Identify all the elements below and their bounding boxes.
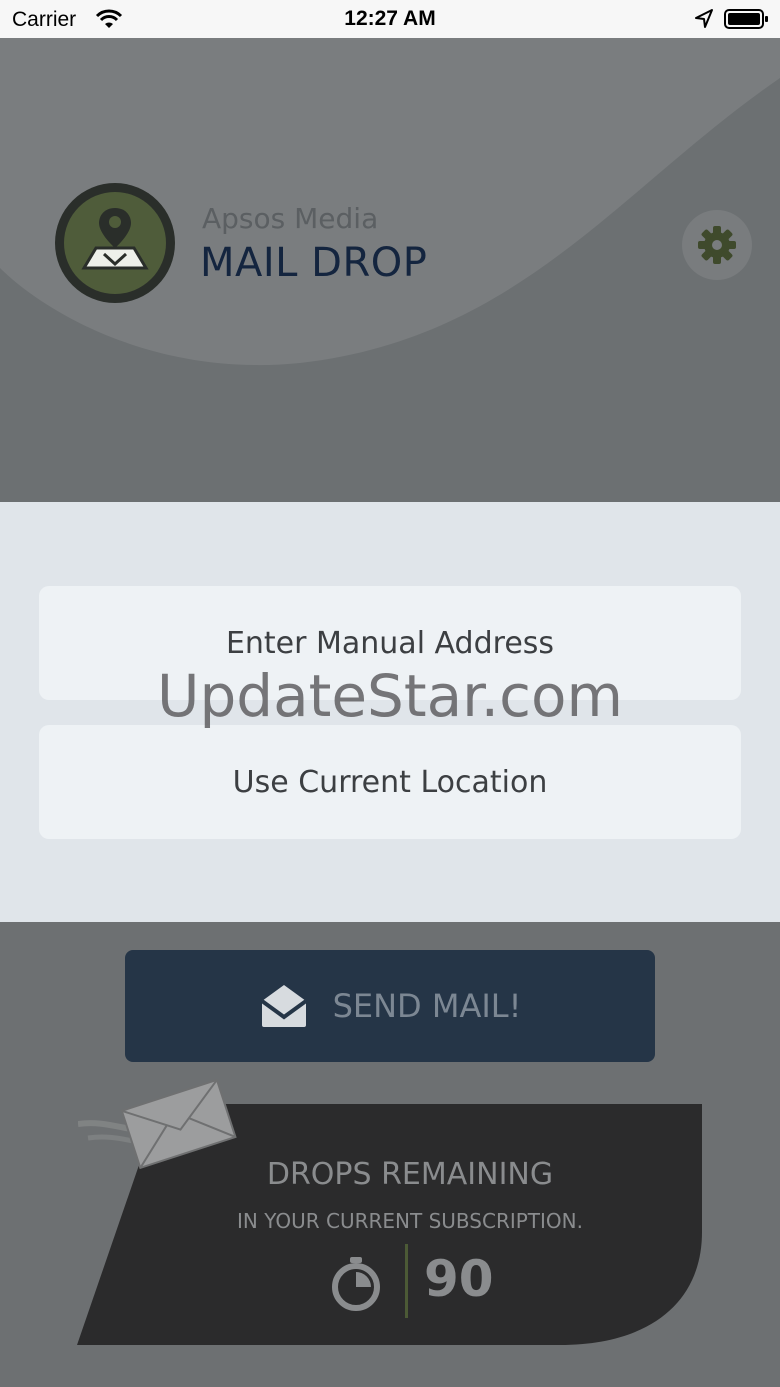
status-bar: Carrier 12:27 AM bbox=[0, 0, 780, 38]
use-current-location-button[interactable]: Use Current Location bbox=[39, 725, 741, 839]
status-time: 12:27 AM bbox=[344, 7, 436, 30]
app-header: Apsos Media MAIL DROP bbox=[0, 38, 780, 502]
drops-remaining-title: DROPS REMAINING bbox=[266, 1157, 554, 1192]
map-pin-icon bbox=[81, 208, 149, 270]
enter-manual-address-button[interactable]: Enter Manual Address bbox=[39, 586, 741, 700]
address-options-panel: Enter Manual Address Use Current Locatio… bbox=[0, 502, 780, 922]
stopwatch-icon bbox=[332, 1257, 380, 1311]
app-logo bbox=[55, 183, 175, 303]
drops-remaining-count: 90 bbox=[424, 1250, 494, 1308]
battery-icon bbox=[724, 9, 768, 29]
gear-icon bbox=[698, 226, 736, 264]
brand-subtitle: Apsos Media bbox=[202, 202, 379, 235]
drops-remaining-subtitle: IN YOUR CURRENT SUBSCRIPTION. bbox=[237, 1209, 583, 1233]
brand-title: MAIL DROP bbox=[200, 240, 428, 286]
bottom-section: SEND MAIL! DROPS REMAINING IN YOUR CURRE… bbox=[0, 922, 780, 1387]
location-arrow-icon bbox=[695, 9, 713, 28]
settings-button[interactable] bbox=[682, 210, 752, 280]
drops-divider bbox=[405, 1244, 408, 1318]
